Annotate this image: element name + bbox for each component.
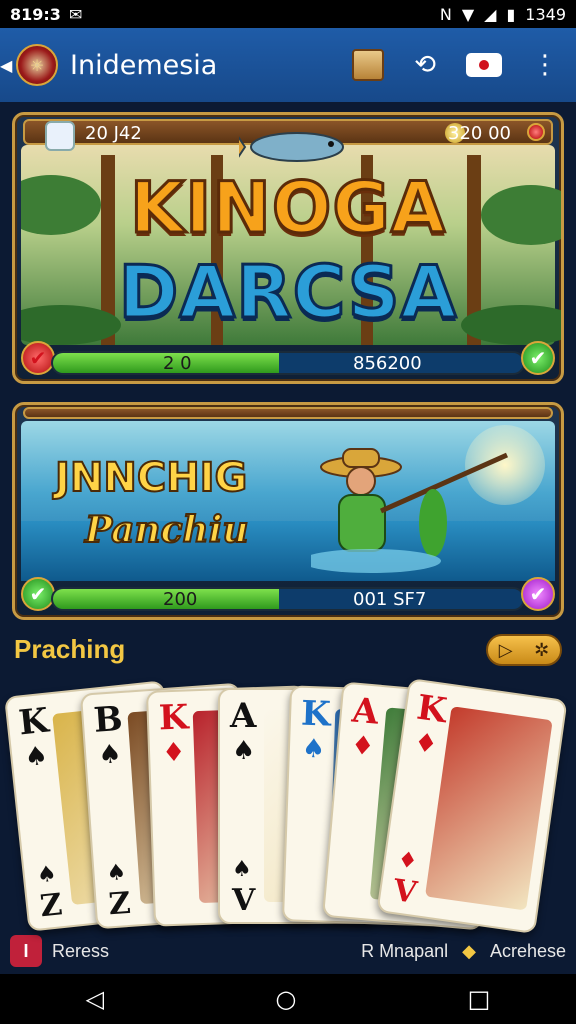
signal-icon: ◢ <box>484 4 497 24</box>
card-rank: K <box>158 697 190 739</box>
home-nav-icon[interactable]: ○ <box>275 985 296 1013</box>
card-art <box>424 706 553 911</box>
battery-icon: ▮ <box>506 4 516 24</box>
fish-icon <box>239 132 344 162</box>
footer-left-link[interactable]: Reress <box>52 941 109 962</box>
play-settings-button[interactable]: ▷ ✲ <box>486 634 562 666</box>
gear-icon: ✲ <box>534 639 550 661</box>
card-rank: K <box>300 693 332 735</box>
recents-nav-icon[interactable]: □ <box>468 985 491 1013</box>
green-check-icon: ✔ <box>521 341 555 375</box>
fishing-title-line-2: Panchiu <box>84 508 250 552</box>
card-bottom-suit-icon: ♦ <box>396 847 420 875</box>
banner2-progress-left: 200 <box>163 589 198 610</box>
status-bar: 819:3 ✉ N ▼ ◢ ▮ 1349 <box>0 0 576 28</box>
app-bar: ◀ ☼ Inidemesia ⟲ ⋮ <box>0 28 576 102</box>
app-bar-actions: ⟲ ⋮ <box>352 49 558 81</box>
green-check-icon: ✔ <box>21 577 55 611</box>
left-score: 20 J42 <box>85 123 142 144</box>
footer-right: R Mnapanl ◆ Acrehese <box>361 941 566 962</box>
game-banner-kinoga[interactable]: 20 J42 320 00 KINOGA DARCSA ✔ 2 0 856200… <box>12 112 564 384</box>
wifi-icon: ▼ <box>461 4 475 24</box>
playing-card[interactable]: K ♦ ♦ V <box>376 678 568 934</box>
card-suit-icon: ♦ <box>412 727 440 761</box>
back-icon[interactable]: ◀ <box>0 56 16 75</box>
right-score: 320 00 <box>448 123 511 144</box>
system-nav-bar: ◁ ○ □ <box>0 974 576 1024</box>
card-bottom-rank: V <box>391 873 419 911</box>
purple-check-icon: ✔ <box>521 577 555 611</box>
card-rank: K <box>414 687 450 732</box>
battery-percentage: 1349 <box>525 4 566 24</box>
footer-right-link[interactable]: Acrehese <box>490 941 566 962</box>
record-icon[interactable] <box>466 53 502 77</box>
footer-mid-link[interactable]: R Mnapanl <box>361 941 448 962</box>
card-suit-icon: ♠ <box>301 733 326 765</box>
card-rank: K <box>16 700 51 744</box>
section-title: Praching <box>14 634 126 664</box>
card-rank: A <box>230 696 257 736</box>
clock: 819:3 <box>10 4 61 24</box>
card-suit-icon: ♦ <box>161 737 186 769</box>
app-logo: ☼ <box>16 44 58 86</box>
card-rank: B <box>92 699 124 741</box>
fisherman-illustration <box>311 448 509 573</box>
message-icon: ✉ <box>68 4 83 24</box>
card-suit-icon: ♠ <box>97 739 123 771</box>
card-suit-icon: ♠ <box>232 736 256 766</box>
red-gem-icon <box>527 123 545 141</box>
more-options-icon[interactable]: ⋮ <box>532 50 558 80</box>
share-icon[interactable]: ⟲ <box>414 50 436 80</box>
card-hand: K ♠ ♠ Z B ♠ ♠ Z K ♦ A ♠ ♠ V K ♠ A ♦ K ♦ ♦ V <box>0 678 576 940</box>
banner2-progress: 200 001 SF7 <box>51 587 525 611</box>
game-banner-fishing[interactable]: JNNCHIG Panchiu ✔ 200 001 SF7 ✔ <box>12 402 564 620</box>
card-bottom-rank: Z <box>38 887 64 925</box>
nfc-icon: N <box>439 4 452 24</box>
title-line-1: KINOGA <box>128 166 446 251</box>
title-line-2: DARCSA <box>117 249 458 336</box>
banner1-progress: 2 0 856200 <box>51 351 525 375</box>
card-bottom-rank: Z <box>107 885 132 923</box>
card-suit-icon: ♠ <box>23 740 50 774</box>
red-check-icon: ✔ <box>21 341 55 375</box>
app-title: Inidemesia <box>70 49 218 81</box>
fishing-scene <box>21 421 555 581</box>
banner1-progress-left: 2 0 <box>163 353 192 374</box>
footer-badge[interactable]: I <box>10 935 42 967</box>
player-chip-icon <box>45 121 75 151</box>
card-suit-icon: ♦ <box>349 730 376 763</box>
card-bottom-suit-icon: ♠ <box>35 861 58 889</box>
back-nav-icon[interactable]: ◁ <box>86 985 104 1013</box>
banner2-progress-right: 001 SF7 <box>353 589 427 610</box>
banner1-progress-right: 856200 <box>353 353 422 374</box>
diamond-icon: ◆ <box>462 940 476 961</box>
card-bottom-suit-icon: ♠ <box>232 857 252 882</box>
status-icons: N ▼ ◢ ▮ 1349 <box>440 5 566 24</box>
fishing-title-line-1: JNNCHIG <box>54 454 248 502</box>
play-icon: ▷ <box>498 639 513 661</box>
card-bottom-rank: V <box>232 883 256 918</box>
footer-bar: I Reress R Mnapanl ◆ Acrehese <box>0 928 576 974</box>
card-rank: A <box>350 690 381 733</box>
card-bottom-suit-icon: ♠ <box>105 860 128 887</box>
mug-icon[interactable] <box>352 49 385 81</box>
banner2-top-bar <box>23 407 553 419</box>
